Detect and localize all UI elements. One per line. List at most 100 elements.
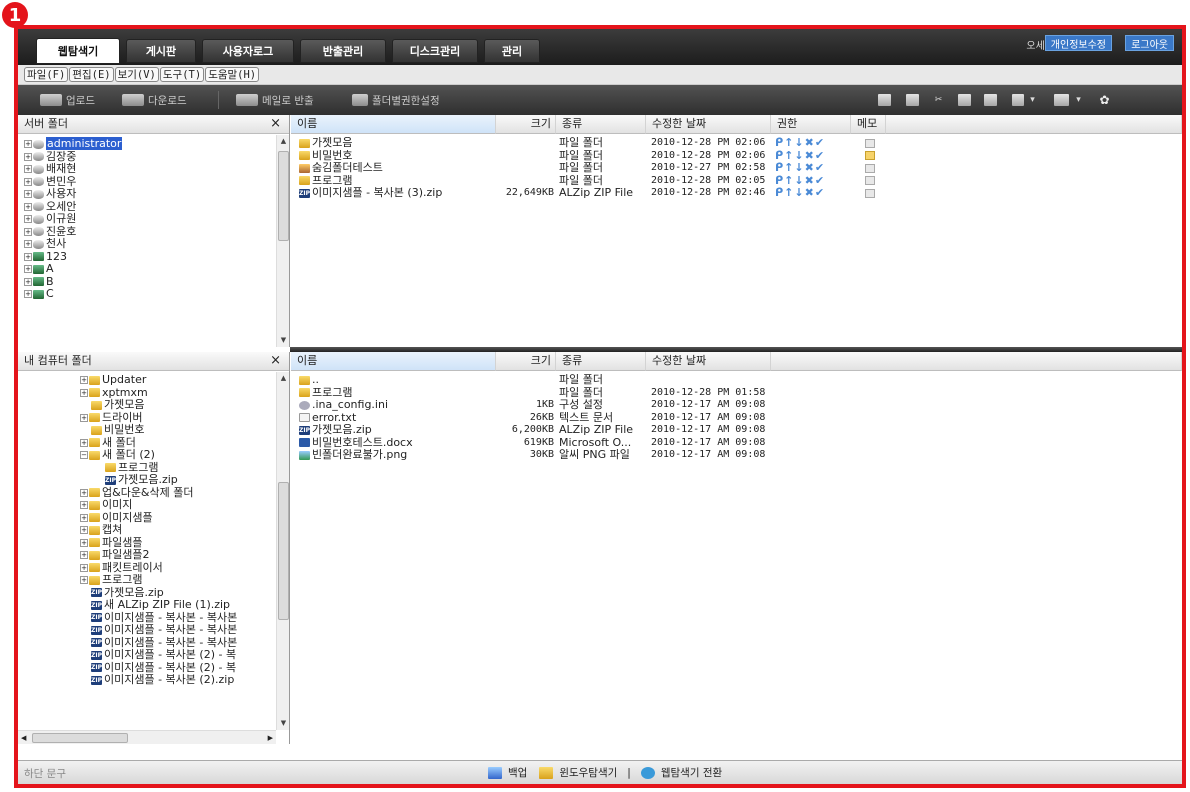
expand-icon[interactable]: + [24,202,32,211]
tab-4[interactable]: 디스크관리 [392,39,478,63]
memo-icon[interactable] [865,138,875,148]
close-icon[interactable]: × [270,352,281,370]
tree-node[interactable]: + A [24,262,276,276]
tab-3[interactable]: 반출관리 [300,39,386,63]
column-header-2[interactable]: 종류 [556,352,646,371]
windows-explorer-link[interactable]: 윈도우탐색기 [559,765,617,780]
expand-icon[interactable]: + [80,538,88,547]
expand-icon[interactable]: + [80,488,88,497]
menu-item-1[interactable]: 편집(E) [69,67,114,82]
file-row[interactable]: ZIP 가젯모음.zip 6,200KB ALZip ZIP File 2010-12-… [291,424,1182,437]
tree-node[interactable]: 비밀번호 [24,423,276,437]
expand-icon[interactable]: + [24,290,32,298]
file-row[interactable]: 프로그램 파일 폴더 2010-12-28 PM 01:58 [291,387,1182,400]
tree-node[interactable]: ZIP 이미지샘플 - 복사본 (2).zip [24,673,276,687]
paste-icon[interactable] [958,94,971,106]
download-button[interactable]: 다운로드 [122,85,187,115]
tree-node[interactable]: 가젯모음 [24,398,276,412]
expand-icon[interactable]: + [24,265,32,273]
expand-icon[interactable]: + [24,165,32,173]
expand-icon[interactable]: + [80,413,88,422]
collapse-icon[interactable]: − [80,451,88,459]
file-row[interactable]: 프로그램 파일 폴더 2010-12-28 PM 02:05 ᑭ↑↓✖✔ [291,175,1182,188]
column-header-3[interactable]: 수정한 날짜 [646,352,771,371]
tree-node[interactable]: + 드라이버 [24,411,276,425]
backup-link[interactable]: 백업 [508,765,527,780]
scroll-thumb[interactable] [278,482,289,620]
layout-icon[interactable] [1054,94,1069,106]
permission-icons[interactable]: ᑭ↑↓✖✔ [775,162,855,175]
scroll-up-icon[interactable]: ▲ [277,372,289,385]
file-row[interactable]: ZIP 이미지샘플 - 복사본 (3).zip 22,649KB ALZip ZIP … [291,187,1182,200]
scroll-left-icon[interactable]: ◀ [21,731,26,744]
expand-icon[interactable]: + [80,526,88,534]
column-header-0[interactable]: 이름 [291,115,496,134]
column-header-0[interactable]: 이름 [291,352,496,371]
file-row[interactable]: 숨김폴더테스트 파일 폴더 2010-12-27 PM 02:58 ᑭ↑↓✖✔ [291,162,1182,175]
column-header-2[interactable]: 종류 [556,115,646,134]
new-folder-icon[interactable] [878,94,891,106]
tree-node[interactable]: + 패킷트레이서 [24,561,276,575]
logout-button[interactable]: 로그아웃 [1125,35,1174,51]
expand-icon[interactable]: + [80,501,88,509]
menu-item-2[interactable]: 보기(V) [114,67,159,82]
permission-icons[interactable]: ᑭ↑↓✖✔ [775,137,855,150]
file-row[interactable]: .ina_config.ini 1KB 구성 설정 2010-12-17 AM 09:… [291,399,1182,412]
edit-profile-button[interactable]: 개인정보수정 [1044,35,1112,51]
memo-icon[interactable] [865,163,875,173]
folder-permission-button[interactable]: 폴더별권한설정 [352,85,440,115]
expand-icon[interactable]: + [24,277,32,286]
email-export-button[interactable]: 메일로 반출 [236,85,314,115]
file-row[interactable]: .. 파일 폴더 [291,374,1182,387]
cut-icon[interactable]: ✂ [932,94,945,106]
delete-icon[interactable] [984,94,997,106]
tree-node[interactable]: + 이미지샘플 [24,511,276,525]
column-header-1[interactable]: 크기 [496,352,556,371]
expand-icon[interactable]: + [80,388,88,397]
expand-icon[interactable]: + [24,190,32,198]
file-row[interactable]: error.txt 26KB 텍스트 문서 2010-12-17 AM 09:08 [291,412,1182,425]
tab-1[interactable]: 게시판 [126,39,196,63]
close-icon[interactable]: × [270,115,281,133]
permission-icons[interactable]: ᑭ↑↓✖✔ [775,187,855,200]
expand-icon[interactable]: + [24,215,32,223]
tab-2[interactable]: 사용자로그 [202,39,294,63]
scroll-down-icon[interactable]: ▼ [277,717,289,730]
permission-icons[interactable]: ᑭ↑↓✖✔ [775,150,855,163]
tree-node[interactable]: +123 [24,250,276,264]
view-mode-dropdown-icon[interactable]: ▾ [1026,94,1039,106]
tree-node[interactable]: + 업&다운&삭제 폴더 [24,486,276,500]
expand-icon[interactable]: + [24,152,32,161]
switch-explorer-link[interactable]: 웹탐색기 전환 [661,765,722,780]
expand-icon[interactable]: + [24,177,32,186]
memo-icon[interactable] [865,188,875,198]
expand-icon[interactable]: + [80,376,88,384]
menu-item-0[interactable]: 파일(F) [24,67,69,82]
server-tree-scrollbar[interactable]: ▲ ▼ [276,135,289,347]
upload-button[interactable]: 업로드 [40,85,95,115]
view-mode-icon[interactable] [1012,94,1024,106]
local-tree-hscrollbar[interactable]: ◀ ▶ [18,730,276,744]
file-row[interactable]: 비밀번호테스트.docx 619KB Microsoft O... 2010-12-1… [291,437,1182,450]
file-row[interactable]: 빈폴더완료불가.png 30KB 알씨 PNG 파일 2010-12-17 AM 09… [291,449,1182,462]
menu-item-3[interactable]: 도구(T) [159,67,205,82]
tab-0[interactable]: 웹탐색기 [36,38,120,64]
expand-icon[interactable]: + [80,513,88,522]
expand-icon[interactable]: + [80,576,88,584]
scroll-right-icon[interactable]: ▶ [268,731,273,744]
expand-icon[interactable]: + [24,227,32,236]
file-row[interactable]: 비밀번호 파일 폴더 2010-12-28 PM 02:06 ᑭ↑↓✖✔ [291,150,1182,163]
column-header-3[interactable]: 수정한 날짜 [646,115,771,134]
expand-icon[interactable]: + [80,551,88,559]
tree-node[interactable]: + 캡쳐 [24,523,276,537]
copy-icon[interactable] [906,94,919,106]
scroll-down-icon[interactable]: ▼ [277,334,289,347]
memo-icon[interactable] [865,176,875,185]
column-header-4[interactable]: 권한 [771,115,851,134]
permission-icons[interactable]: ᑭ↑↓✖✔ [775,175,855,188]
scroll-up-icon[interactable]: ▲ [277,135,289,148]
menu-item-4[interactable]: 도움말(H) [205,67,260,82]
local-tree-scrollbar[interactable]: ▲ ▼ [276,372,289,730]
hscroll-thumb[interactable] [32,733,128,743]
tree-node[interactable]: + B [24,275,276,289]
